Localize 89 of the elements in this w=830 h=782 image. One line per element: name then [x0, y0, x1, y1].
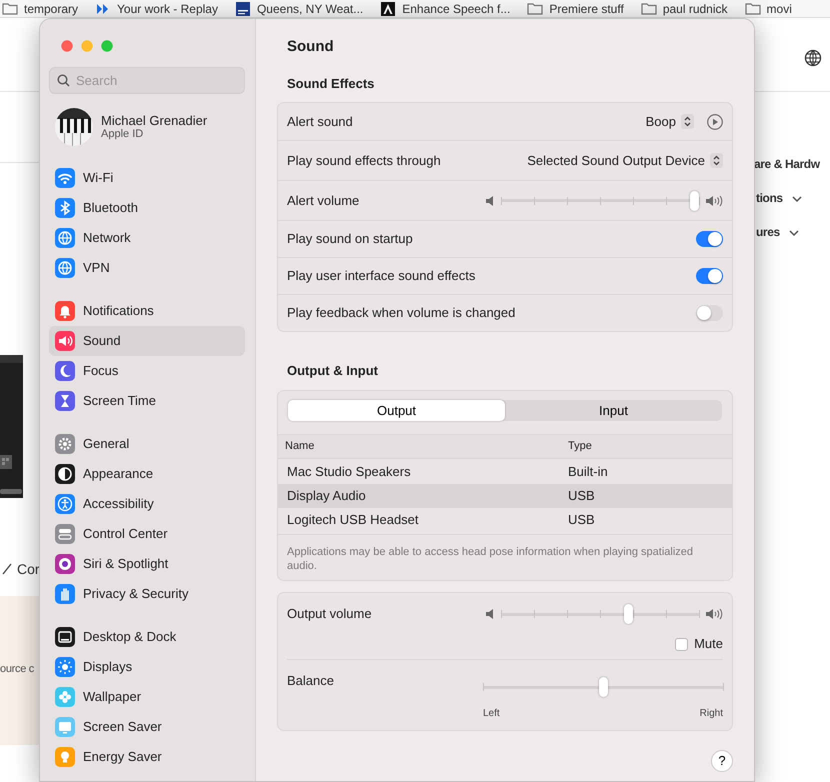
page-text: Cor	[17, 560, 40, 578]
popup-button[interactable]: Boop	[646, 112, 694, 132]
page-text: ource c	[0, 662, 34, 678]
setting-label: Play sound on startup	[287, 230, 413, 248]
table-cell-text: Mac Studio Speakers	[286, 463, 412, 482]
sidebar-item[interactable]: Screen Saver	[49, 712, 245, 742]
toggle-switch[interactable]	[696, 231, 723, 247]
speaker-icon	[485, 608, 495, 620]
minimize-icon[interactable]	[81, 40, 93, 52]
device-row[interactable]: Display Audio USB	[278, 484, 732, 508]
setting-label: Balance	[287, 672, 334, 690]
pane-title: Sound	[286, 37, 335, 57]
segment-tab[interactable]: Output	[288, 400, 505, 421]
popup-button[interactable]: Selected Sound Output Device	[527, 150, 723, 170]
help-button[interactable]: ?	[711, 750, 733, 772]
setting-label: Play feedback when volume is changed	[287, 304, 516, 322]
chevron-updown-icon	[681, 114, 694, 129]
sidebar-item[interactable]: Focus	[49, 356, 245, 386]
slider-label: Right	[700, 707, 723, 721]
chevron-updown-icon	[710, 153, 723, 168]
sidebar-item[interactable]: Energy Saver	[49, 742, 245, 772]
bookmark-link[interactable]: Enhance Speech f...	[380, 0, 510, 17]
bookmark-link[interactable]: temporary	[2, 0, 78, 17]
sidebar-item[interactable]: Privacy & Security	[49, 579, 245, 609]
info-note: Applications may be able to access head pose information when playing spatialized audio.	[278, 534, 732, 580]
setting-label: Play sound effects through	[287, 152, 441, 170]
bookmark-link[interactable]: movi	[744, 0, 792, 17]
profile-item[interactable]: Michael Grenadier Apple ID	[49, 106, 245, 148]
folder-icon	[640, 0, 657, 16]
sidebar-item[interactable]: Wallpaper	[49, 682, 245, 712]
column-header[interactable]: Name	[278, 438, 568, 455]
bookmark-link[interactable]: Your work - Replay	[95, 0, 218, 17]
bookmark-link[interactable]: Queens, NY Weat...	[234, 0, 364, 17]
bookmark-link[interactable]: paul rudnick	[640, 0, 728, 17]
menu-text[interactable]: ures	[756, 223, 780, 241]
table-cell-text: USB	[568, 487, 595, 506]
sidebar-item[interactable]: Accessibility	[49, 489, 245, 519]
mute-checkbox[interactable]: Mute	[675, 635, 723, 653]
table-cell-text: USB	[568, 511, 595, 530]
sidebar-item[interactable]: General	[49, 429, 245, 459]
checkbox[interactable]	[675, 638, 688, 650]
table-cell-text: Display Audio	[286, 487, 367, 506]
speaker-icon	[485, 194, 495, 206]
device-row[interactable]: Mac Studio Speakers Built-in	[278, 460, 732, 484]
bookmark-link[interactable]: Premiere stuff	[527, 0, 624, 17]
sidebar-item[interactable]: Sound	[49, 326, 245, 356]
profile-name: Michael Grenadier	[101, 113, 208, 128]
menu-text: are & Hardw	[754, 156, 820, 173]
zoom-icon[interactable]	[101, 40, 113, 52]
toggle-switch[interactable]	[696, 305, 723, 321]
speaker-loud-icon	[705, 194, 723, 206]
sidebar-item[interactable]: Notifications	[49, 296, 245, 326]
slider-label: Left	[483, 707, 500, 721]
setting-label: Output volume	[287, 605, 372, 624]
speaker-loud-icon	[705, 608, 723, 620]
slider-thumb[interactable]	[690, 190, 699, 210]
play-icon[interactable]	[707, 114, 723, 130]
setting-label: Alert sound	[287, 112, 353, 131]
slash-icon	[2, 563, 12, 575]
profile-subtitle: Apple ID	[101, 128, 144, 141]
setting-label: Alert volume	[287, 192, 360, 210]
table-cell-text: Built-in	[568, 463, 608, 482]
device-row[interactable]: Logitech USB Headset USB	[278, 508, 732, 532]
close-icon[interactable]	[61, 40, 73, 52]
search-field[interactable]: Search	[49, 67, 245, 94]
sidebar-item[interactable]: Wi-Fi	[49, 163, 245, 193]
sidebar-item[interactable]: Screen Time	[49, 386, 245, 416]
toggle-switch[interactable]	[696, 268, 723, 284]
menu-text[interactable]: tions	[756, 189, 783, 207]
table-cell-text: Logitech USB Headset	[286, 511, 420, 530]
setting-label: Play user interface sound effects	[287, 267, 476, 286]
sidebar-item[interactable]: Desktop & Dock	[49, 622, 245, 652]
sidebar-item[interactable]: Network	[49, 223, 245, 253]
column-header[interactable]: Type	[568, 438, 592, 455]
slider-thumb[interactable]	[598, 677, 608, 697]
slider-thumb[interactable]	[624, 604, 633, 624]
section-heading: Sound Effects	[287, 75, 374, 94]
sidebar-item[interactable]: Control Center	[49, 519, 245, 549]
globe-icon[interactable]	[804, 49, 822, 67]
folder-icon	[527, 0, 544, 16]
folder-icon	[2, 0, 18, 16]
sidebar-item[interactable]: Appearance	[49, 459, 245, 489]
segment-tab[interactable]: Input	[505, 400, 722, 421]
sidebar-item[interactable]: Bluetooth	[49, 193, 245, 223]
sidebar-item[interactable]: Siri & Spotlight	[49, 549, 245, 579]
sidebar-item[interactable]: VPN	[49, 253, 245, 283]
sidebar-item[interactable]: Displays	[49, 652, 245, 682]
section-heading: Output & Input	[287, 362, 378, 380]
folder-icon	[744, 0, 761, 16]
